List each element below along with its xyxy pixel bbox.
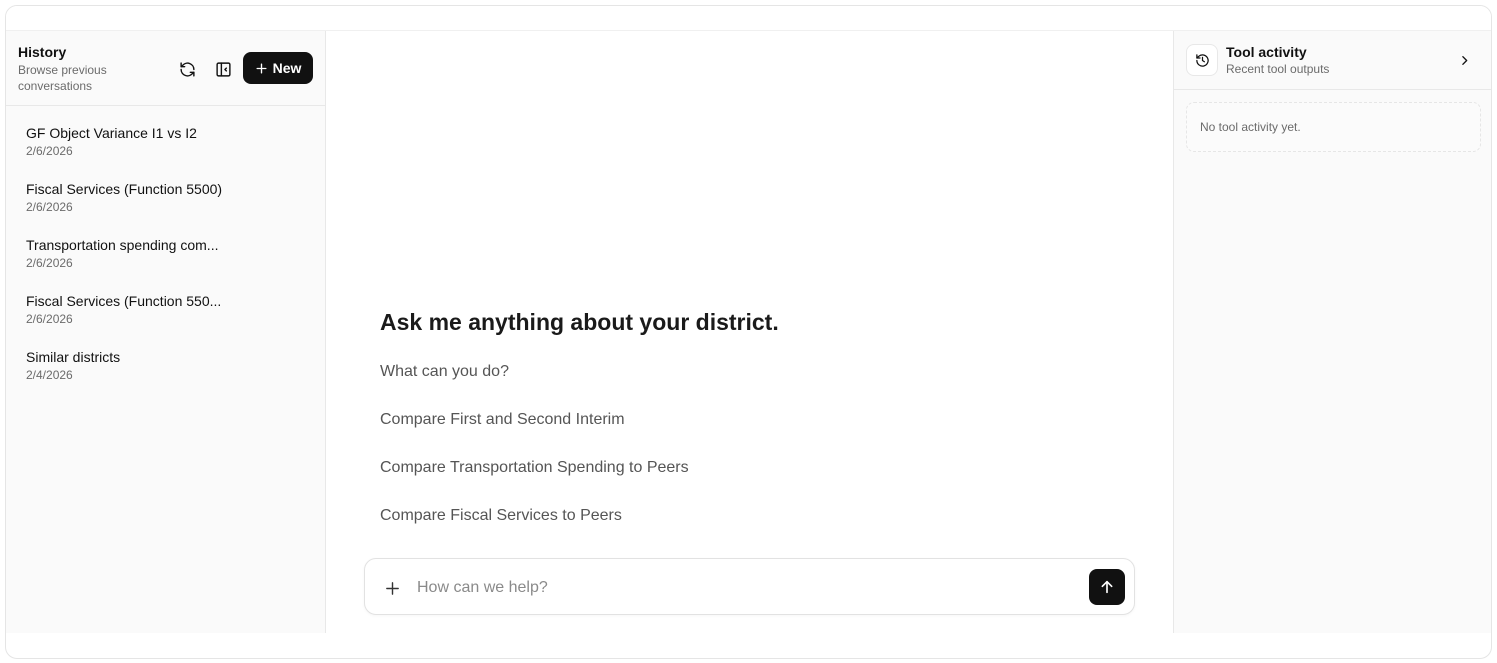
history-list: GF Object Variance I1 vs I2 2/6/2026 Fis… — [6, 107, 325, 387]
tool-activity-icon-box — [1186, 44, 1218, 76]
new-button-label: New — [272, 60, 302, 76]
history-item-date: 2/6/2026 — [26, 256, 73, 270]
attach-button[interactable] — [381, 577, 403, 599]
history-sidebar: History Browse previous conversations Ne… — [6, 31, 326, 633]
tool-activity-panel: Tool activity Recent tool outputs No too… — [1173, 31, 1491, 633]
plus-icon — [256, 62, 267, 74]
expand-tool-panel-button[interactable] — [1455, 51, 1473, 69]
sidebar-header: History Browse previous conversations Ne… — [6, 31, 325, 106]
message-input[interactable] — [417, 573, 1077, 603]
message-composer — [364, 558, 1135, 615]
send-button[interactable] — [1089, 569, 1125, 605]
sidebar-collapse-icon — [215, 61, 231, 77]
refresh-icon — [179, 61, 195, 77]
history-item-date: 2/4/2026 — [26, 368, 73, 382]
tool-activity-empty-state: No tool activity yet. — [1186, 102, 1481, 152]
history-item-title: Transportation spending com... — [26, 237, 219, 253]
history-item-title: Fiscal Services (Function 5500) — [26, 181, 223, 197]
chevron-right-icon — [1461, 55, 1467, 65]
suggestion-compare-interims[interactable]: Compare First and Second Interim — [380, 411, 625, 429]
app-window: History Browse previous conversations Ne… — [5, 5, 1492, 659]
history-item-date: 2/6/2026 — [26, 200, 73, 214]
history-item[interactable]: Similar districts 2/4/2026 — [6, 331, 325, 387]
history-item[interactable]: GF Object Variance I1 vs I2 2/6/2026 — [6, 107, 325, 163]
history-item-title: GF Object Variance I1 vs I2 — [26, 125, 197, 141]
plus-icon — [385, 581, 399, 595]
suggestion-compare-fiscal-services[interactable]: Compare Fiscal Services to Peers — [380, 507, 622, 525]
arrow-up-icon — [1101, 580, 1113, 594]
suggestion-what-can-you-do[interactable]: What can you do? — [380, 363, 509, 381]
history-item-title: Similar districts — [26, 349, 121, 365]
top-bar — [6, 6, 1491, 31]
sidebar-subtitle: Browse previous conversations — [18, 63, 107, 93]
chat-main: Ask me anything about your district. Wha… — [326, 31, 1173, 633]
tool-activity-title: Tool activity — [1226, 44, 1307, 60]
new-conversation-button[interactable]: New — [243, 52, 313, 84]
history-item-date: 2/6/2026 — [26, 312, 73, 326]
history-item[interactable]: Fiscal Services (Function 5500) 2/6/2026 — [6, 163, 325, 219]
suggestion-compare-transportation[interactable]: Compare Transportation Spending to Peers — [380, 459, 689, 477]
sidebar-title: History — [18, 44, 67, 60]
hero-heading: Ask me anything about your district. — [380, 309, 779, 335]
refresh-button[interactable] — [173, 55, 201, 83]
history-item[interactable]: Fiscal Services (Function 550... 2/6/202… — [6, 275, 325, 331]
history-icon — [1195, 53, 1209, 67]
history-item-date: 2/6/2026 — [26, 144, 73, 158]
collapse-sidebar-button[interactable] — [209, 55, 237, 83]
tool-activity-subtitle: Recent tool outputs — [1226, 62, 1330, 76]
tool-activity-header: Tool activity Recent tool outputs — [1174, 31, 1491, 90]
history-item-title: Fiscal Services (Function 550... — [26, 293, 222, 309]
history-item[interactable]: Transportation spending com... 2/6/2026 — [6, 219, 325, 275]
